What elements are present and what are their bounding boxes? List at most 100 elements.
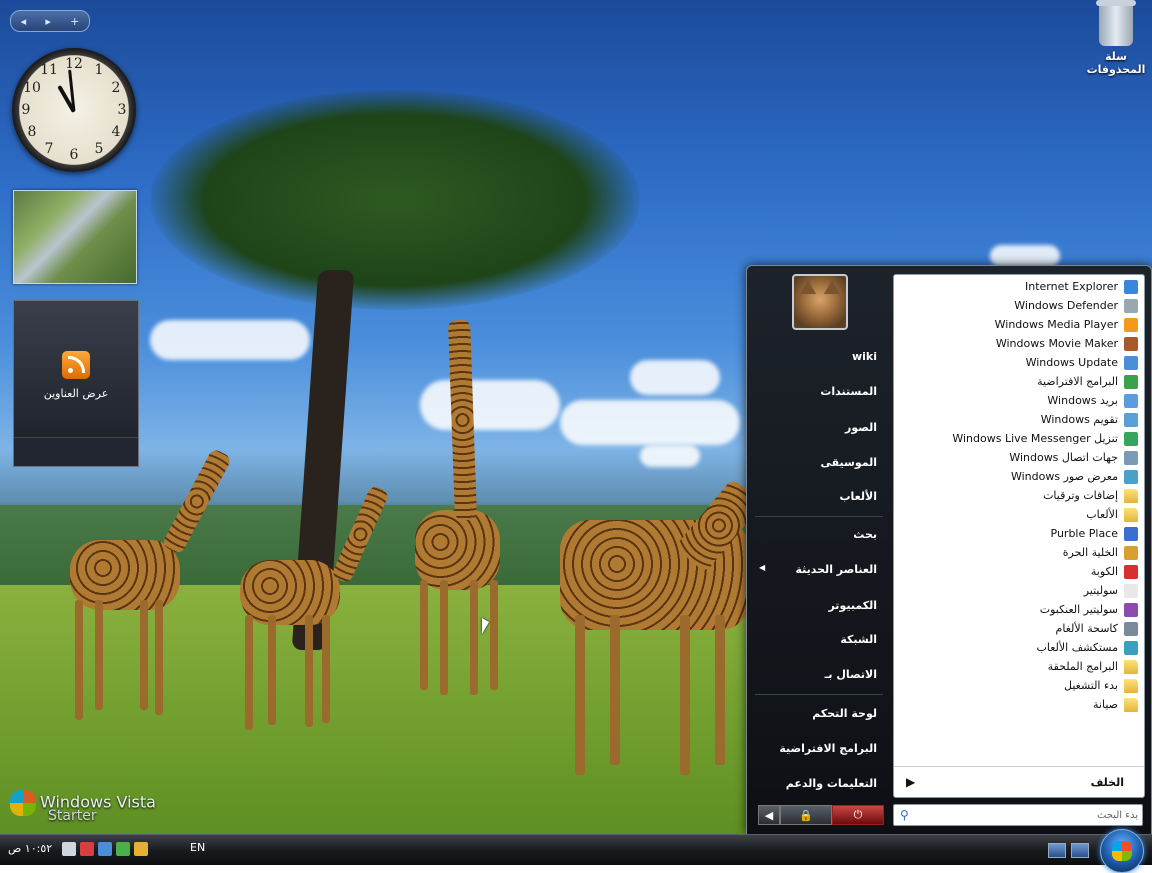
cloud [630, 360, 720, 395]
defender-icon [1124, 298, 1138, 313]
slideshow-gadget[interactable] [13, 190, 137, 284]
notification-area [62, 842, 148, 856]
all-programs-list: Internet Explorer Windows Defender Windows… [893, 274, 1145, 798]
clock-number: 2 [111, 80, 121, 96]
menu-item-help-support[interactable]: التعليمات والدعم [755, 777, 877, 790]
back-arrow-icon: ▶ [906, 775, 916, 789]
show-desktop-icon[interactable] [1071, 843, 1089, 858]
program-item[interactable]: مستكشف الألعاب [894, 638, 1144, 657]
program-label: Windows Update [1025, 356, 1118, 369]
program-item[interactable]: سوليتير العنكبوت [894, 600, 1144, 619]
program-item[interactable]: Purble Place [894, 524, 1144, 543]
program-item[interactable]: البرامج الملحقة [894, 657, 1144, 676]
lock-button[interactable]: 🔒 [780, 805, 832, 825]
power-button[interactable]: ⏻ [832, 805, 884, 825]
start-search-input[interactable]: بدء البحث ⚲ [893, 804, 1143, 826]
system-clock[interactable]: ١٠:٥٢ ص [8, 842, 52, 855]
program-item[interactable]: بدء التشغيل [894, 676, 1144, 695]
feed-headlines-gadget[interactable]: عرض العناوين [13, 300, 139, 467]
program-item[interactable]: جهات اتصال Windows [894, 448, 1144, 467]
default-programs-icon [1124, 374, 1138, 389]
network-warning-icon[interactable] [80, 842, 94, 856]
program-item[interactable]: سوليتير [894, 581, 1144, 600]
folder-icon [1124, 507, 1138, 522]
program-item[interactable]: صيانة [894, 695, 1144, 714]
solitaire-icon [1124, 583, 1138, 598]
contacts-icon [1124, 450, 1138, 465]
program-item[interactable]: Windows Movie Maker [894, 334, 1144, 353]
program-label: البرامج الملحقة [1047, 660, 1118, 673]
program-label: صيانة [1093, 698, 1118, 711]
next-arrow-icon[interactable]: ▸ [45, 15, 51, 28]
clock-number: 9 [21, 102, 31, 118]
volume-icon[interactable] [62, 842, 76, 856]
program-label: إضافات وترقيات [1043, 489, 1118, 502]
recycle-bin[interactable]: سلة المحذوفات [1080, 0, 1152, 76]
calendar-icon [1124, 412, 1138, 427]
program-item[interactable]: Windows Media Player [894, 315, 1144, 334]
back-button[interactable]: الخلف ▶ [894, 766, 1144, 797]
cloud [420, 380, 560, 430]
clock-number: 11 [40, 62, 58, 78]
menu-item-wiki[interactable]: wiki [755, 350, 877, 363]
menu-item-search[interactable]: بحث [755, 528, 877, 541]
program-label: بدء التشغيل [1063, 679, 1118, 692]
program-item[interactable]: معرض صور Windows [894, 467, 1144, 486]
program-item[interactable]: الخلية الحرة [894, 543, 1144, 562]
user-avatar[interactable] [792, 274, 848, 330]
menu-item-default-programs[interactable]: البرامج الافتراضية [755, 742, 877, 755]
start-button[interactable] [1100, 829, 1144, 873]
clock-number: 12 [65, 56, 83, 72]
acacia-tree-canopy [150, 90, 640, 310]
menu-item-connect-to[interactable]: الاتصال بـ [755, 668, 877, 681]
menu-item-music[interactable]: الموسيقى [755, 456, 877, 469]
windows-update-tray-icon[interactable] [98, 842, 112, 856]
program-item[interactable]: Windows Defender [894, 296, 1144, 315]
security-shield-icon[interactable] [134, 842, 148, 856]
games-explorer-icon [1124, 640, 1138, 655]
menu-item-control-panel[interactable]: لوحة التحكم [755, 707, 877, 720]
clock-number: 4 [111, 124, 121, 140]
program-label: مستكشف الألعاب [1036, 641, 1119, 654]
program-item[interactable]: تنزيل Windows Live Messenger [894, 429, 1144, 448]
menu-item-games[interactable]: الألعاب [755, 490, 878, 503]
switch-windows-icon[interactable] [1048, 843, 1066, 858]
program-item[interactable]: بريد Windows [894, 391, 1144, 410]
clock-number: 5 [94, 141, 104, 157]
security-center-icon[interactable] [116, 842, 130, 856]
program-label: Internet Explorer [1025, 280, 1118, 293]
messenger-icon [1124, 431, 1138, 446]
menu-item-documents[interactable]: المستندات [755, 385, 877, 398]
freecell-icon [1124, 545, 1138, 560]
program-item[interactable]: الكوبة [894, 562, 1144, 581]
clock-gadget[interactable]: 12 1 2 3 4 5 6 7 8 9 10 11 [12, 48, 136, 172]
menu-item-pictures[interactable]: الصور [755, 421, 877, 434]
program-item[interactable]: تقويم Windows [894, 410, 1144, 429]
program-label: Windows Media Player [994, 318, 1118, 331]
media-player-icon [1124, 317, 1138, 332]
menu-item-network[interactable]: الشبكة [755, 633, 877, 646]
windows-flag-icon [10, 790, 36, 816]
menu-item-computer[interactable]: الكمبيوتر [755, 599, 877, 612]
program-item[interactable]: Internet Explorer [894, 277, 1144, 296]
program-item[interactable]: كاسحة الألغام [894, 619, 1144, 638]
program-item[interactable]: الألعاب [894, 505, 1144, 524]
clock-number: 6 [69, 147, 79, 163]
program-item[interactable]: Windows Update [894, 353, 1144, 372]
folder-icon [1124, 697, 1138, 712]
language-indicator[interactable]: EN [190, 841, 205, 854]
mouse-cursor-icon [482, 618, 489, 634]
recent-items-label: العناصر الحديثة [795, 563, 877, 576]
back-label: الخلف [1090, 775, 1124, 789]
start-menu: Internet Explorer Windows Defender Windows… [746, 265, 1152, 835]
feeds-footer [14, 437, 138, 466]
program-item[interactable]: إضافات وترقيات [894, 486, 1144, 505]
taskbar: ١٠:٥٢ ص EN [0, 829, 1152, 873]
menu-item-recent-items[interactable]: العناصر الحديثة ◀ [755, 563, 877, 576]
recycle-bin-label: سلة المحذوفات [1086, 50, 1146, 76]
program-item[interactable]: البرامج الافتراضية [894, 372, 1144, 391]
add-gadget-icon[interactable]: + [70, 15, 79, 28]
program-label: جهات اتصال Windows [1009, 451, 1118, 464]
power-options-arrow-button[interactable]: ◀ [758, 805, 780, 825]
previous-arrow-icon[interactable]: ◂ [21, 15, 27, 28]
